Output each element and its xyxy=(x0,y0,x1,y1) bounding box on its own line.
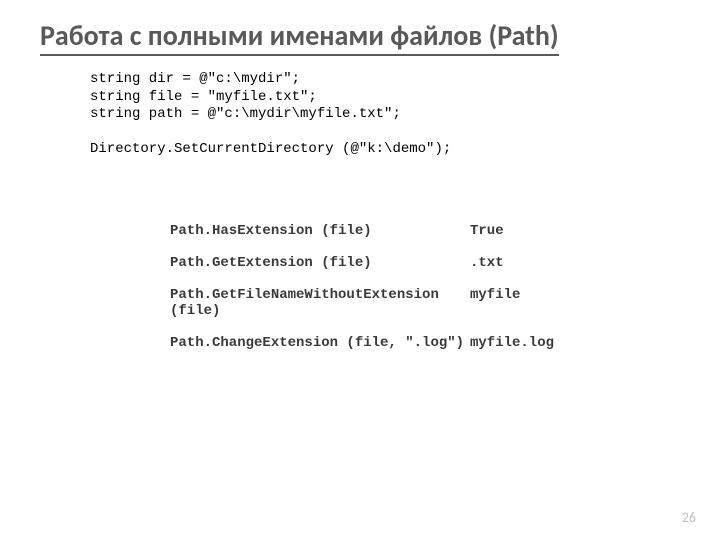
call-cell: Path.ChangeExtension (file, ".log") xyxy=(170,335,470,351)
title-prefix: Работа xyxy=(40,18,123,56)
result-cell: .txt xyxy=(470,255,590,271)
call-cell: Path.GetExtension (file) xyxy=(170,255,470,271)
code-line-2: string file = "myfile.txt"; xyxy=(90,89,317,105)
call-cell: Path.HasExtension (file) xyxy=(170,223,470,239)
table-row: Path.GetFileNameWithoutExtension (file) … xyxy=(170,287,680,319)
result-cell: True xyxy=(470,223,590,239)
call-cell: Path.GetFileNameWithoutExtension (file) xyxy=(170,287,470,319)
code-line-1: string dir = @"c:\mydir"; xyxy=(90,71,300,87)
page-title: Работа с полными именами файлов (Path) xyxy=(40,18,680,53)
code-block: string dir = @"c:\mydir"; string file = … xyxy=(90,71,680,159)
table-row: Path.HasExtension (file) True xyxy=(170,223,680,239)
results-table: Path.HasExtension (file) True Path.GetEx… xyxy=(170,223,680,351)
result-cell: myfile.log xyxy=(470,335,590,351)
table-row: Path.ChangeExtension (file, ".log") myfi… xyxy=(170,335,680,351)
code-line-3: string path = @"c:\mydir\myfile.txt"; xyxy=(90,106,401,122)
code-line-5: Directory.SetCurrentDirectory (@"k:\demo… xyxy=(90,141,451,157)
page-number: 26 xyxy=(682,509,696,526)
title-rest: с полными именами файлов (Path) xyxy=(123,18,558,56)
table-row: Path.GetExtension (file) .txt xyxy=(170,255,680,271)
result-cell: myfile xyxy=(470,287,590,319)
slide: Работа с полными именами файлов (Path) s… xyxy=(0,0,720,540)
